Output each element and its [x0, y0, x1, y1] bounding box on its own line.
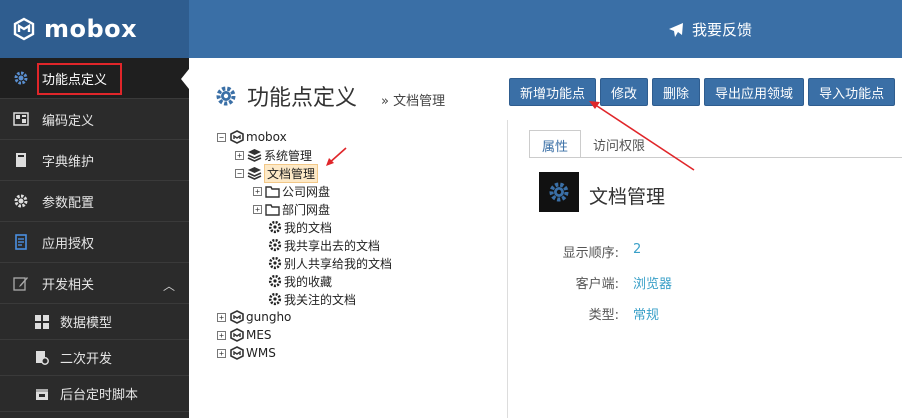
annotation-arrow-to-tree: [326, 147, 347, 166]
annotation-arrow-to-add-button: [589, 101, 695, 171]
annotation-arrows: [326, 101, 695, 171]
